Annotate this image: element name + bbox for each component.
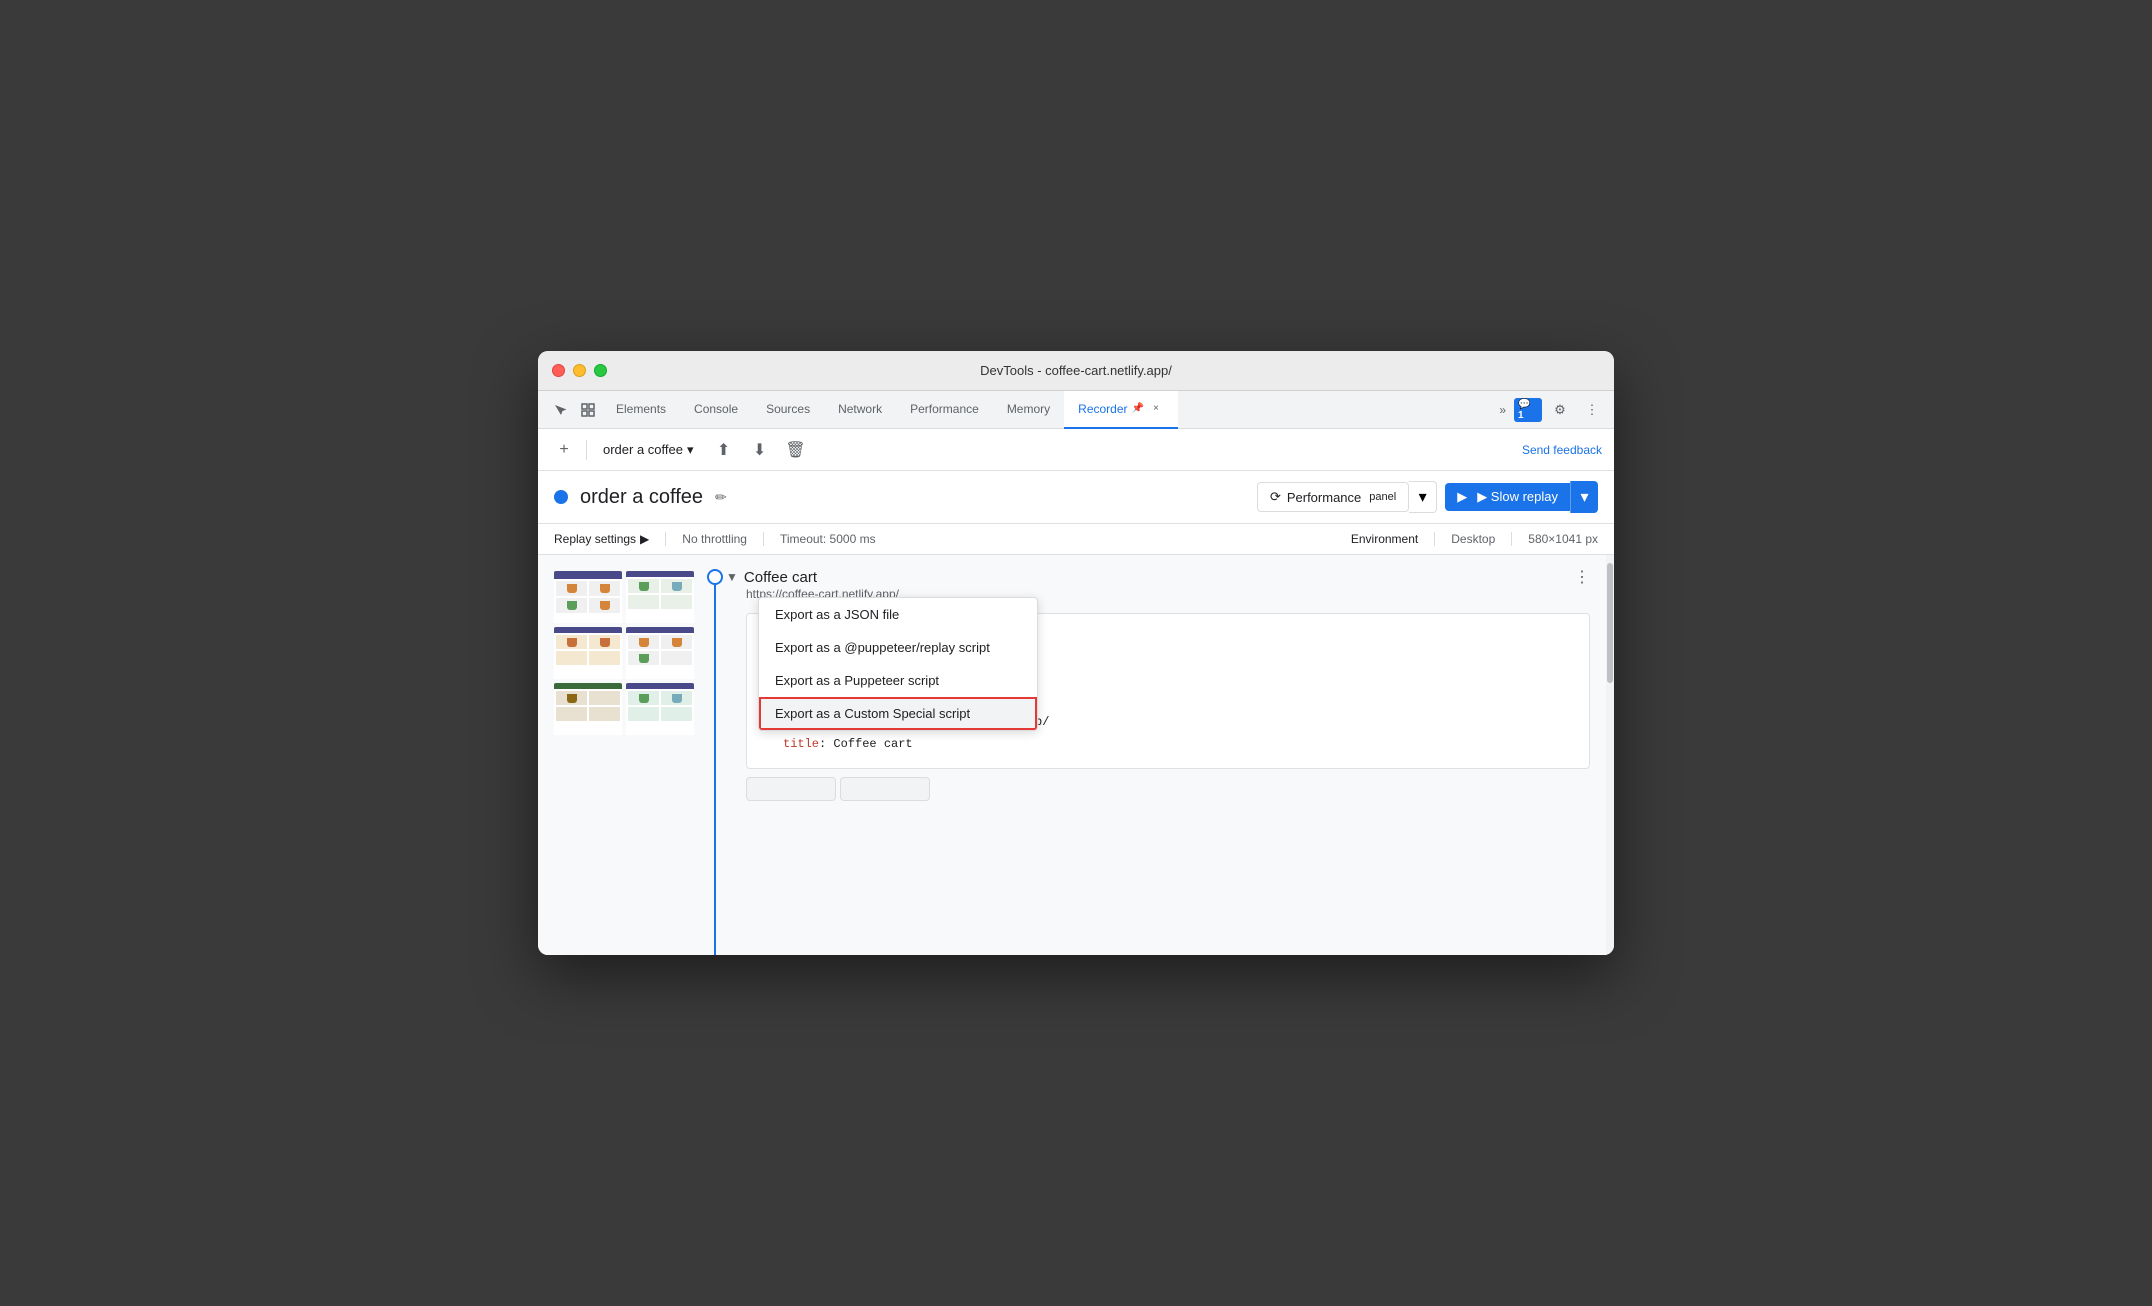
- recorder-toolbar: + order a coffee ▾ ⬆ ⬇ 🗑 Send feedback: [538, 429, 1614, 471]
- chevron-down-icon: ▾: [687, 442, 694, 458]
- plus-icon: +: [559, 441, 568, 459]
- slow-replay-button[interactable]: ▶ ▶ Slow replay: [1445, 483, 1570, 511]
- export-puppeteer-replay-item[interactable]: Export as a @puppeteer/replay script: [759, 631, 1037, 664]
- performance-panel-dropdown-button[interactable]: ▾: [1409, 481, 1437, 513]
- export-button[interactable]: ⬆: [710, 436, 738, 464]
- timeline-dot: [707, 569, 723, 585]
- step-header-row: ▼ Coffee cart ⋮: [726, 567, 1590, 587]
- step-title: Coffee cart: [744, 569, 817, 586]
- performance-panel-button[interactable]: ⟳ Performance panel: [1257, 482, 1409, 512]
- screenshot-4[interactable]: [626, 627, 694, 679]
- cursor-icon[interactable]: [546, 396, 574, 424]
- replay-settings-label[interactable]: Replay settings ▶: [554, 532, 649, 546]
- code-line-6: title: Coffee cart: [763, 734, 1573, 756]
- step-action-btn-1[interactable]: [746, 777, 836, 801]
- slow-replay-dropdown-button[interactable]: ▾: [1570, 481, 1598, 513]
- feedback-button[interactable]: 💬 1: [1514, 396, 1542, 424]
- scrollbar[interactable]: [1606, 555, 1614, 955]
- tabs-actions: 💬 1 ⚙ ⋮: [1514, 396, 1606, 424]
- settings-row: Replay settings ▶ No throttling Timeout:…: [538, 524, 1614, 555]
- screenshot-3[interactable]: [554, 627, 622, 679]
- tab-sources[interactable]: Sources: [752, 391, 824, 429]
- main-content: ▼ Coffee cart ⋮ https://coffee-cart.netl…: [538, 555, 1614, 955]
- toolbar-divider: [586, 440, 587, 460]
- inspect-icon[interactable]: [574, 396, 602, 424]
- tab-close-button[interactable]: ×: [1148, 401, 1164, 417]
- import-button[interactable]: ⬇: [746, 436, 774, 464]
- tabs-list: Elements Console Sources Network Perform…: [602, 391, 1491, 429]
- add-recording-button[interactable]: +: [550, 436, 578, 464]
- tab-console[interactable]: Console: [680, 391, 752, 429]
- export-puppeteer-script-item[interactable]: Export as a Puppeteer script: [759, 664, 1037, 697]
- upload-icon: ⬆: [717, 440, 730, 460]
- export-json-item[interactable]: Export as a JSON file: [759, 598, 1037, 631]
- more-button[interactable]: ⋮: [1578, 396, 1606, 424]
- tab-network[interactable]: Network: [824, 391, 896, 429]
- tab-performance[interactable]: Performance: [896, 391, 993, 429]
- refresh-icon: ⟳: [1270, 489, 1281, 505]
- step-action-btn-2[interactable]: [840, 777, 930, 801]
- screenshot-2[interactable]: [626, 571, 694, 623]
- settings-button[interactable]: ⚙: [1546, 396, 1574, 424]
- collapse-icon[interactable]: ▼: [726, 570, 738, 584]
- screenshot-6[interactable]: [626, 683, 694, 735]
- timeline-line: [714, 573, 716, 955]
- tab-elements[interactable]: Elements: [602, 391, 680, 429]
- minimize-button[interactable]: [573, 364, 586, 377]
- edit-icon[interactable]: ✏: [715, 489, 727, 506]
- trash-icon: 🗑: [785, 440, 805, 460]
- delete-button[interactable]: 🗑: [782, 436, 810, 464]
- feedback-badge: 💬 1: [1514, 398, 1542, 422]
- step-actions: [746, 777, 1590, 801]
- screenshot-1[interactable]: [554, 571, 622, 623]
- recording-actions: ⟳ Performance panel ▾ ▶ ▶ Slow replay ▾: [1257, 481, 1598, 513]
- download-icon: ⬇: [753, 440, 766, 460]
- recording-selector[interactable]: order a coffee ▾: [595, 438, 702, 462]
- recording-title: order a coffee: [580, 486, 703, 509]
- scrollbar-thumb: [1607, 563, 1613, 683]
- chevron-down-icon: ▾: [1419, 487, 1427, 507]
- settings-arrow-icon: ▶: [640, 532, 649, 546]
- settings-divider: [665, 532, 666, 546]
- screenshot-grid: [554, 571, 682, 735]
- env-divider: [1434, 532, 1435, 546]
- settings-divider-2: [763, 532, 764, 546]
- titlebar: DevTools - coffee-cart.netlify.app/: [538, 351, 1614, 391]
- throttling-value: No throttling: [682, 532, 747, 546]
- window-title: DevTools - coffee-cart.netlify.app/: [980, 363, 1172, 378]
- screenshot-5[interactable]: [554, 683, 622, 735]
- chevron-down-icon: ▾: [1580, 487, 1588, 507]
- environment-label: Environment: [1351, 532, 1418, 546]
- close-button[interactable]: [552, 364, 565, 377]
- play-icon: ▶: [1457, 489, 1467, 505]
- devtools-window: DevTools - coffee-cart.netlify.app/ Elem…: [538, 351, 1614, 955]
- recording-dot: [554, 490, 568, 504]
- tab-memory[interactable]: Memory: [993, 391, 1064, 429]
- tabs-overflow-button[interactable]: »: [1491, 403, 1514, 417]
- environment-section: Environment Desktop 580×1041 px: [1351, 532, 1598, 546]
- export-custom-special-item[interactable]: Export as a Custom Special script: [759, 697, 1037, 730]
- devtools-tabs-bar: Elements Console Sources Network Perform…: [538, 391, 1614, 429]
- gear-icon: ⚙: [1554, 402, 1566, 418]
- send-feedback-link[interactable]: Send feedback: [1522, 443, 1602, 457]
- export-dropdown-menu: Export as a JSON file Export as a @puppe…: [758, 597, 1038, 731]
- maximize-button[interactable]: [594, 364, 607, 377]
- traffic-lights: [552, 364, 607, 377]
- env-size-divider: [1511, 532, 1512, 546]
- more-icon: ⋮: [1586, 402, 1599, 418]
- step-more-button[interactable]: ⋮: [1574, 567, 1590, 587]
- pin-icon: 📌: [1132, 403, 1144, 414]
- tab-recorder[interactable]: Recorder 📌 ×: [1064, 391, 1178, 429]
- timeout-value: Timeout: 5000 ms: [780, 532, 876, 546]
- recording-header: order a coffee ✏ ⟳ Performance panel ▾ ▶…: [538, 471, 1614, 524]
- env-size: 580×1041 px: [1528, 532, 1598, 546]
- env-value: Desktop: [1451, 532, 1495, 546]
- screenshot-panel: [538, 555, 698, 955]
- recording-name: order a coffee: [603, 442, 683, 457]
